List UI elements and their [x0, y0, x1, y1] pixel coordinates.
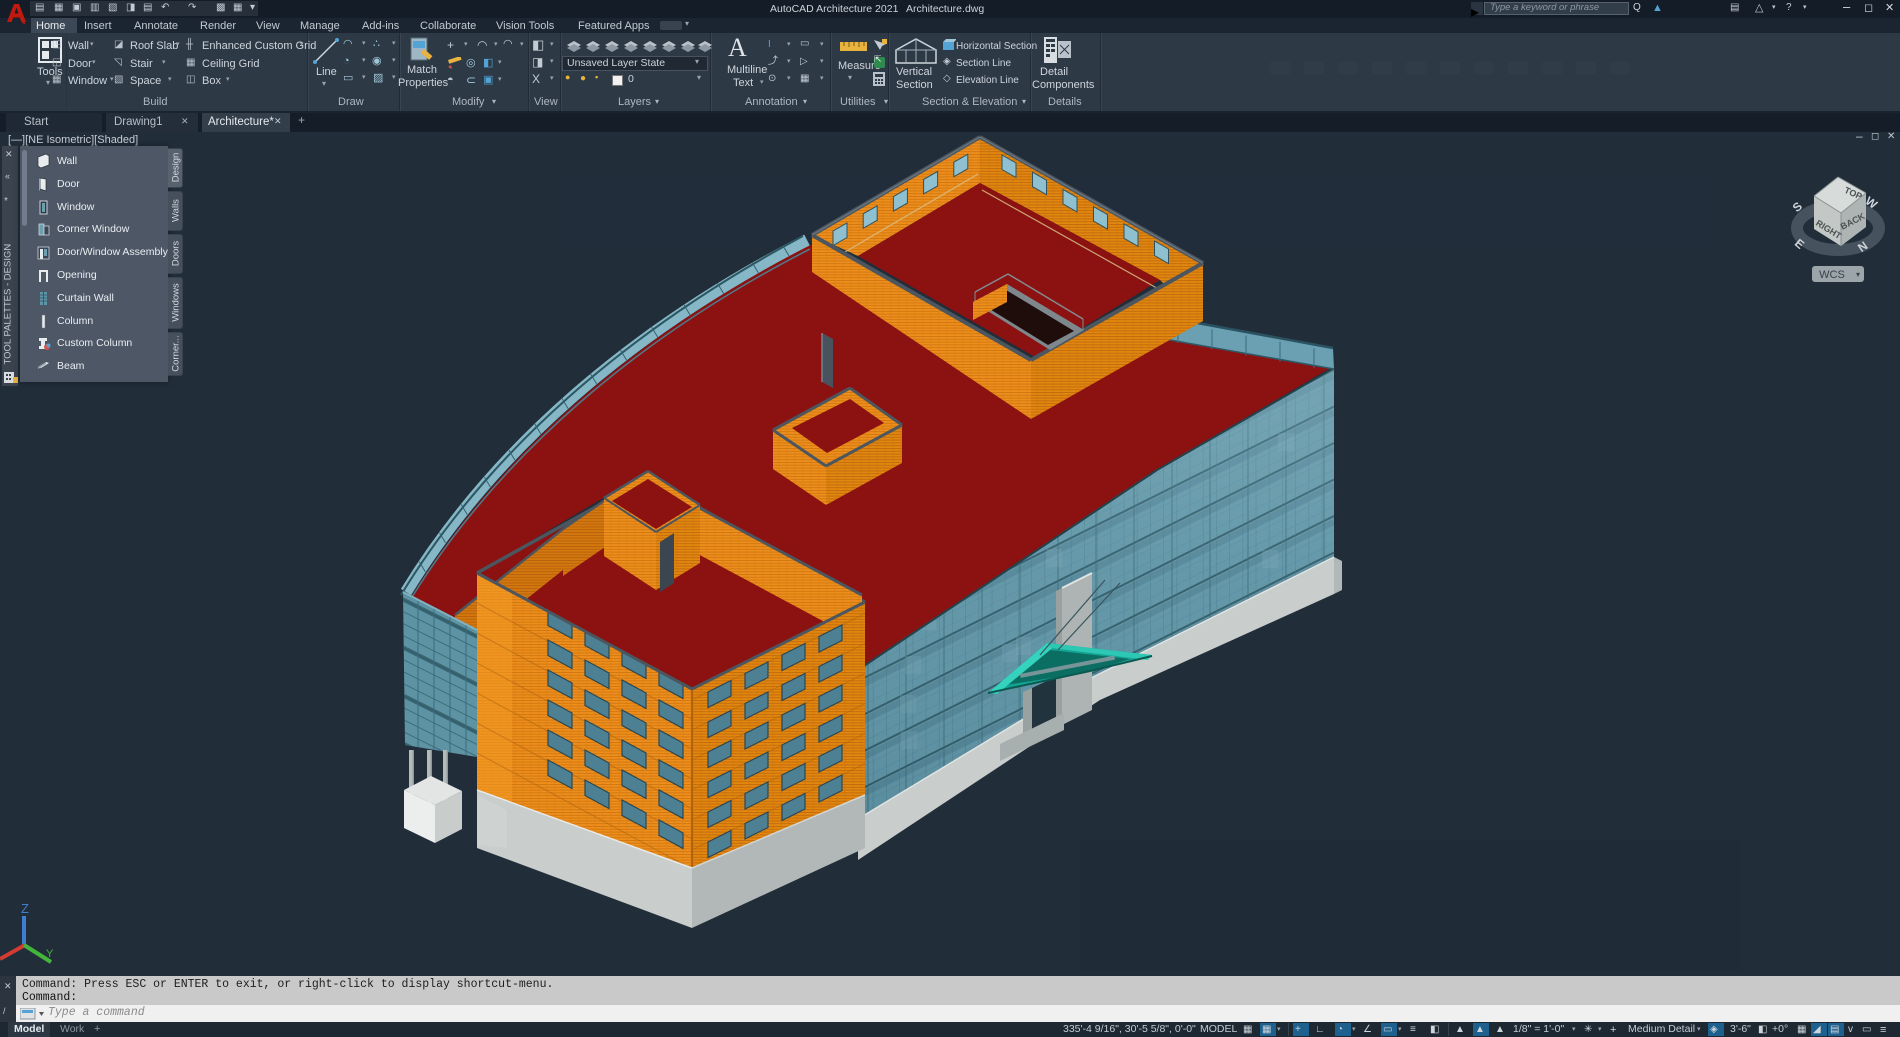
svg-text:▾: ▾ [1856, 270, 1860, 279]
svg-text:Y: Y [46, 948, 54, 960]
svg-text:WCS: WCS [1819, 269, 1845, 281]
svg-text:Z: Z [21, 901, 29, 916]
